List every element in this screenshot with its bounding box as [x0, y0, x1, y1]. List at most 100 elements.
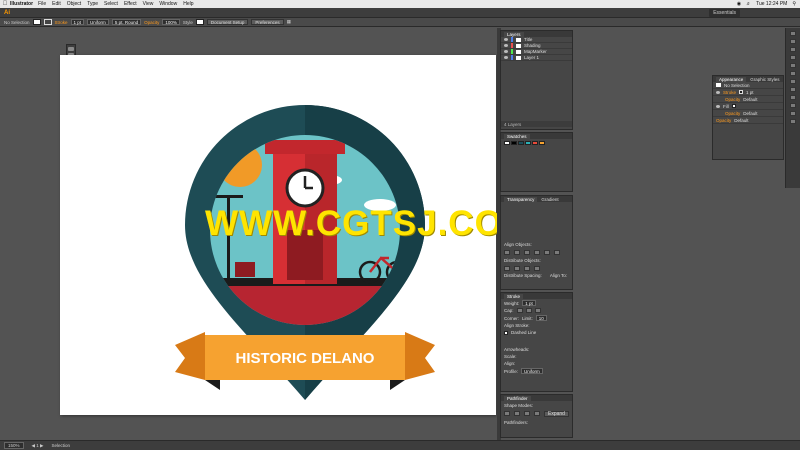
profile-field[interactable]: Uniform — [521, 368, 543, 374]
align-center-icon[interactable] — [514, 250, 520, 255]
menu-select[interactable]: Select — [104, 1, 118, 7]
apple-icon[interactable]:  — [0, 1, 10, 7]
color-panel-icon[interactable] — [790, 31, 796, 36]
character-panel-icon[interactable] — [790, 111, 796, 116]
banner-right-tail — [405, 332, 435, 380]
dashed-line-checkbox[interactable] — [504, 330, 508, 335]
tab-gradient[interactable]: Gradient — [541, 197, 558, 202]
brush-definition[interactable]: 5 pt. Round — [111, 19, 142, 25]
stroke-label[interactable]: Stroke — [55, 20, 68, 25]
app-name[interactable]: Illustrator — [10, 1, 33, 7]
swatch[interactable] — [532, 141, 538, 145]
stroke-attribute-swatch[interactable] — [739, 90, 744, 94]
color-guide-icon[interactable] — [790, 39, 796, 44]
stroke-weight-field[interactable]: 1 pt — [70, 19, 85, 25]
distribute-icon[interactable] — [524, 266, 530, 271]
align-middle-icon[interactable] — [544, 250, 550, 255]
fill-swatch[interactable] — [32, 19, 41, 25]
minus-front-icon[interactable] — [514, 411, 520, 416]
align-right-icon[interactable] — [524, 250, 530, 255]
expand-button[interactable]: Expand — [544, 411, 569, 417]
layers-panel-icon[interactable] — [790, 79, 796, 84]
zoom-field[interactable]: 150% — [4, 442, 24, 449]
symbols-panel-icon[interactable] — [790, 55, 796, 60]
map-marker-artwork[interactable]: HISTORIC DELANO — [165, 100, 445, 430]
align-arrow-label: Align: — [504, 361, 516, 366]
graphic-styles-icon[interactable] — [790, 63, 796, 68]
preferences-button[interactable]: Preferences — [251, 19, 284, 25]
align-top-icon[interactable] — [534, 250, 540, 255]
align-left-icon[interactable] — [504, 250, 510, 255]
paragraph-panel-icon[interactable] — [790, 119, 796, 124]
menu-view[interactable]: View — [143, 1, 154, 7]
menu-edit[interactable]: Edit — [52, 1, 61, 7]
eye-icon[interactable] — [504, 44, 508, 47]
eye-icon[interactable] — [716, 90, 720, 94]
distribute-icon[interactable] — [504, 266, 510, 271]
menu-file[interactable]: File — [38, 1, 46, 7]
menu-object[interactable]: Object — [67, 1, 81, 7]
wifi-icon[interactable]: ◉ — [737, 1, 741, 7]
exclude-icon[interactable] — [534, 411, 540, 416]
banner-left-tail — [175, 332, 205, 380]
round-cap-icon[interactable] — [525, 308, 532, 313]
tab-layers[interactable]: Layers — [504, 31, 524, 37]
stroke-swatch[interactable] — [43, 19, 52, 25]
tab-stroke[interactable]: Stroke — [504, 293, 524, 299]
tab-pathfinder[interactable]: Pathfinder — [504, 395, 531, 401]
appearance-panel: Appearance Graphic Styles No Selection St… — [712, 75, 784, 160]
search-icon[interactable]: ⚲ — [792, 1, 796, 7]
tab-transparency[interactable]: Transparency — [504, 196, 538, 202]
tab-swatches[interactable]: Swatches — [504, 133, 530, 139]
opacity-field[interactable]: 100% — [162, 19, 180, 25]
intersect-icon[interactable] — [524, 411, 530, 416]
butt-cap-icon[interactable] — [516, 308, 523, 313]
menu-window[interactable]: Window — [159, 1, 177, 7]
eye-icon[interactable] — [504, 50, 508, 53]
limit-field[interactable]: 10 — [535, 315, 547, 321]
style-swatch[interactable] — [195, 19, 204, 25]
weight-field[interactable]: 1 pt — [522, 300, 536, 306]
swatch[interactable] — [539, 141, 545, 145]
menu-help[interactable]: Help — [183, 1, 193, 7]
swatch[interactable] — [525, 141, 531, 145]
links-panel-icon[interactable] — [790, 95, 796, 100]
variable-width-profile[interactable]: Uniform — [87, 19, 109, 25]
volume-icon[interactable]: ♬ — [746, 1, 751, 7]
stroke-opacity-label[interactable]: Opacity — [725, 97, 740, 102]
menu-type[interactable]: Type — [87, 1, 98, 7]
fill-opacity-label[interactable]: Opacity — [725, 111, 740, 116]
distribute-icon[interactable] — [534, 266, 540, 271]
artboard-navigator[interactable]: ◀ 1 ▶ — [32, 443, 44, 449]
menu-effect[interactable]: Effect — [124, 1, 137, 7]
fill-attribute-label[interactable]: Fill — [723, 104, 729, 109]
current-tool-status[interactable]: Selection — [51, 443, 70, 448]
transform-panel-icon[interactable] — [790, 103, 796, 108]
fill-attribute-swatch[interactable] — [731, 104, 736, 108]
tab-appearance[interactable]: Appearance — [716, 76, 747, 82]
brushes-panel-icon[interactable] — [790, 47, 796, 52]
eye-icon[interactable] — [504, 38, 508, 41]
swatch[interactable] — [511, 141, 517, 145]
arrowheads-label: Arrowheads: — [504, 347, 530, 352]
tab-graphic-styles[interactable]: Graphic Styles — [750, 77, 779, 82]
object-opacity-label[interactable]: Opacity — [716, 118, 731, 123]
swatch-row — [501, 139, 572, 147]
clock[interactable]: Tue 12:24 PM — [756, 1, 787, 7]
stroke-attribute-label[interactable]: Stroke — [723, 90, 736, 95]
selection-tool-icon[interactable] — [68, 47, 74, 51]
swatch[interactable] — [504, 141, 510, 145]
opacity-label[interactable]: Opacity — [144, 20, 159, 25]
eye-icon[interactable] — [716, 104, 720, 108]
appearance-panel-icon[interactable] — [790, 71, 796, 76]
align-bottom-icon[interactable] — [554, 250, 560, 255]
artboards-panel-icon[interactable] — [790, 87, 796, 92]
document-setup-button[interactable]: Document Setup — [206, 19, 249, 25]
swatch[interactable] — [518, 141, 524, 145]
arrange-icon[interactable]: ▦ — [287, 19, 291, 25]
unite-icon[interactable] — [504, 411, 510, 416]
square-cap-icon[interactable] — [534, 308, 541, 313]
distribute-icon[interactable] — [514, 266, 520, 271]
workspace-switcher[interactable]: Essentials — [709, 9, 740, 17]
eye-icon[interactable] — [504, 56, 508, 59]
